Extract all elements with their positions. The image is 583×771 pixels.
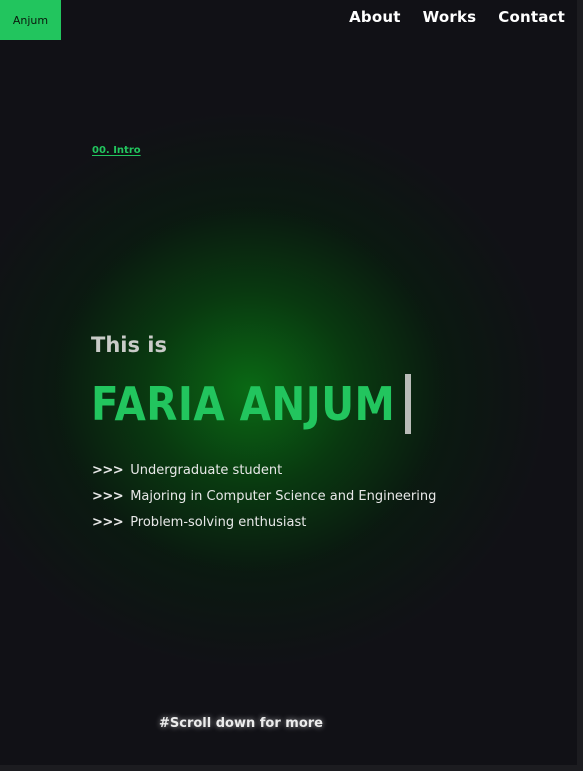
list-item-text: Majoring in Computer Science and Enginee… <box>130 488 437 504</box>
list-item: >>> Undergraduate student <box>92 457 436 483</box>
intro-list: >>> Undergraduate student >>> Majoring i… <box>92 457 436 535</box>
typing-cursor <box>404 374 411 434</box>
section-label: 00. Intro <box>92 145 141 156</box>
bullet-arrow-icon: >>> <box>92 462 124 478</box>
intro-text: This is <box>91 333 167 357</box>
nav-link-about[interactable]: About <box>349 8 401 26</box>
nav-link-works[interactable]: Works <box>423 8 477 26</box>
list-item-text: Problem-solving enthusiast <box>130 514 307 530</box>
page: Anjum About Works Contact 00. Intro This… <box>0 0 577 765</box>
bottom-edge <box>0 765 577 771</box>
nav-link-contact[interactable]: Contact <box>498 8 565 26</box>
bullet-arrow-icon: >>> <box>92 488 124 504</box>
scroll-down-link[interactable]: #Scroll down for more <box>159 716 323 731</box>
bullet-arrow-icon: >>> <box>92 514 124 530</box>
hero-name: FARIA ANJUM <box>91 377 396 431</box>
list-item-text: Undergraduate student <box>130 462 283 478</box>
scrollbar[interactable] <box>577 0 583 771</box>
list-item: >>> Majoring in Computer Science and Eng… <box>92 483 436 509</box>
main-nav: About Works Contact <box>349 8 565 26</box>
name-row: FARIA ANJUM <box>91 372 411 436</box>
logo-button[interactable]: Anjum <box>0 0 61 40</box>
list-item: >>> Problem-solving enthusiast <box>92 509 436 535</box>
